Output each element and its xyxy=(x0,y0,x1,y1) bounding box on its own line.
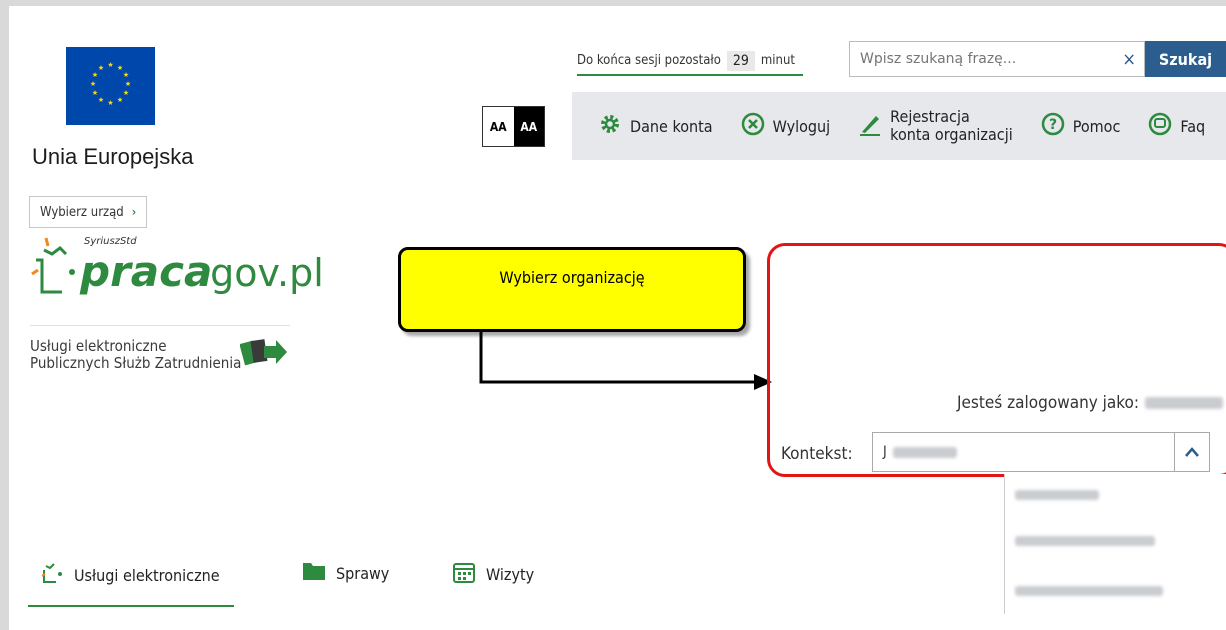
praca-gov-logo[interactable]: SyriuszStd praca .gov.pl xyxy=(26,230,326,300)
logout-label: Wyloguj xyxy=(772,116,831,136)
cards-arrow-icon xyxy=(239,336,288,374)
dropdown-option[interactable] xyxy=(1015,586,1163,596)
calendar-icon xyxy=(452,560,476,588)
question-circle-icon: ? xyxy=(1041,112,1065,140)
blurred-username xyxy=(1145,397,1224,409)
folder-icon xyxy=(302,560,326,586)
nav-visits-label: Wizyty xyxy=(486,564,535,584)
search-box: × xyxy=(849,41,1145,77)
register-organization-label: Rejestracja konta organizacji xyxy=(890,108,1013,144)
services-caption: Usługi elektroniczne Publicznych Służb Z… xyxy=(30,338,241,372)
contrast-high-button[interactable]: AA xyxy=(513,107,544,146)
contrast-switch: AA AA xyxy=(482,106,545,147)
account-label: Dane konta xyxy=(630,116,713,136)
search-button[interactable]: Szukaj xyxy=(1145,41,1226,77)
svg-text:★: ★ xyxy=(92,89,98,97)
instruction-callout: Wybierz organizację xyxy=(398,247,746,332)
context-dropdown xyxy=(1004,474,1226,614)
eu-flag-logo: ★ ★ ★ ★ ★ ★ ★ ★ ★ ★ ★ ★ xyxy=(66,47,155,125)
logged-in-info: Jesteś zalogowany jako: xyxy=(957,393,1224,413)
svg-text:praca: praca xyxy=(79,247,212,296)
chevron-up-icon[interactable] xyxy=(1174,433,1209,471)
choose-office-button[interactable]: Wybierz urząd › xyxy=(29,196,148,228)
dropdown-option[interactable] xyxy=(1015,490,1099,500)
nav-cases[interactable]: Sprawy xyxy=(302,560,389,586)
context-selected-initial: J xyxy=(883,444,887,460)
close-circle-icon xyxy=(741,112,765,140)
eu-label: Unia Europejska xyxy=(32,144,194,169)
help-label: Pomoc xyxy=(1072,116,1121,136)
context-label: Kontekst: xyxy=(781,444,853,464)
session-timer: Do końca sesji pozostało 29 minut xyxy=(577,47,803,76)
svg-text:SyriuszStd: SyriuszStd xyxy=(84,236,137,247)
choose-office-label: Wybierz urząd xyxy=(40,204,124,220)
register-organization-button[interactable]: Rejestracja konta organizacji xyxy=(844,108,1027,144)
svg-text:★: ★ xyxy=(125,80,131,88)
nav-cases-label: Sprawy xyxy=(336,563,390,583)
svg-text:★: ★ xyxy=(123,71,129,79)
broken-frame-icon xyxy=(31,237,75,294)
chevron-right-icon: › xyxy=(131,205,137,219)
chat-bubble-icon xyxy=(1148,112,1172,140)
faq-label: Faq xyxy=(1180,116,1206,136)
session-prefix: Do końca sesji pozostało xyxy=(577,53,721,68)
svg-text:★: ★ xyxy=(90,80,96,88)
svg-text:★: ★ xyxy=(92,71,98,79)
services-caption-line1: Usługi elektroniczne xyxy=(30,337,167,355)
blurred-context-value xyxy=(892,446,957,458)
svg-text:★: ★ xyxy=(117,96,123,104)
nav-active-indicator xyxy=(28,605,234,607)
svg-text:★: ★ xyxy=(107,99,113,107)
svg-text:?: ? xyxy=(1049,117,1057,133)
session-minutes: 29 xyxy=(726,50,755,71)
logged-as-label: Jesteś zalogowany jako: xyxy=(957,393,1140,413)
broken-frame-icon xyxy=(40,560,64,590)
nav-visits[interactable]: Wizyty xyxy=(452,560,534,588)
callout-text: Wybierz organizację xyxy=(499,268,645,287)
svg-text:★: ★ xyxy=(98,64,104,72)
nav-services[interactable]: Usługi elektroniczne xyxy=(40,560,220,590)
search-input[interactable] xyxy=(858,50,1123,68)
dropdown-option[interactable] xyxy=(1015,536,1155,546)
nav-services-label: Usługi elektroniczne xyxy=(74,565,220,585)
faq-button[interactable]: Faq xyxy=(1134,112,1219,140)
gear-icon xyxy=(598,112,622,140)
clear-icon[interactable]: × xyxy=(1122,49,1136,70)
svg-text:★: ★ xyxy=(123,89,129,97)
register-line1: Rejestracja xyxy=(890,107,970,126)
svg-text:★: ★ xyxy=(98,96,104,104)
callout-arrow xyxy=(479,330,772,390)
session-suffix: minut xyxy=(760,53,795,68)
help-button[interactable]: ? Pomoc xyxy=(1027,112,1135,140)
user-toolbar: Dane konta Wyloguj Rejestracja konta org… xyxy=(572,92,1226,160)
logout-button[interactable]: Wyloguj xyxy=(727,112,845,140)
contrast-normal-button[interactable]: AA xyxy=(483,107,514,146)
account-button[interactable]: Dane konta xyxy=(572,112,727,140)
svg-text:.gov.pl: .gov.pl xyxy=(198,251,324,295)
logo-divider xyxy=(30,325,290,326)
register-line2: konta organizacji xyxy=(890,125,1013,144)
svg-text:★: ★ xyxy=(107,61,113,69)
context-select[interactable]: J xyxy=(872,432,1210,472)
pen-icon xyxy=(858,112,882,140)
services-caption-line2: Publicznych Służb Zatrudnienia xyxy=(30,354,242,372)
